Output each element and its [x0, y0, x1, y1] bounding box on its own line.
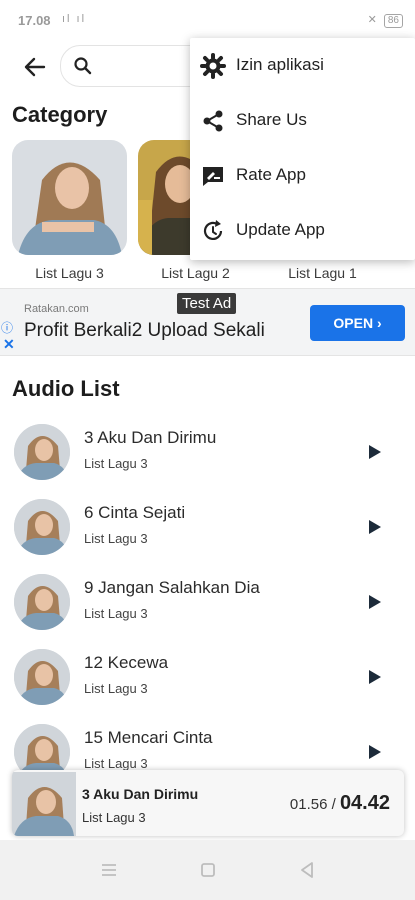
track-title: 15 Mencari Cinta [84, 728, 213, 747]
chevron-right-icon: › [376, 315, 382, 331]
track-avatar [14, 499, 70, 555]
track-row[interactable]: 3 Aku Dan Dirimu List Lagu 3 [0, 420, 415, 492]
status-right-icons: ✕ 86 [368, 13, 403, 28]
rate-icon [203, 167, 223, 186]
test-ad-badge: Test Ad [177, 293, 237, 314]
category-label: List Lagu 3 [35, 265, 104, 281]
track-title: 3 Aku Dan Dirimu [84, 428, 217, 447]
menu-item-label: Update App [236, 220, 325, 239]
ad-domain: Ratakan.com [24, 303, 89, 315]
system-nav-bar [0, 840, 415, 900]
menu-item-share-us[interactable]: Share Us [190, 93, 415, 148]
back-nav-icon[interactable] [293, 856, 321, 884]
menu-item-label: Izin aplikasi [236, 55, 324, 74]
ad-open-button[interactable]: OPEN › [310, 305, 405, 341]
mini-player[interactable]: 3 Aku Dan Dirimu List Lagu 3 01.56 / 04.… [12, 770, 404, 836]
track-subtitle: List Lagu 3 [84, 756, 148, 771]
back-arrow-icon [24, 57, 46, 77]
play-icon[interactable] [364, 742, 384, 762]
menu-item-izin-aplikasi[interactable]: Izin aplikasi [190, 38, 415, 93]
menu-item-update-app[interactable]: Update App [190, 203, 415, 258]
track-title: 6 Cinta Sejati [84, 503, 186, 522]
track-subtitle: List Lagu 3 [84, 456, 148, 471]
mute-icon: ✕ [367, 14, 377, 26]
track-row[interactable]: 9 Jangan Salahkan Dia List Lagu 3 [0, 570, 415, 642]
player-time: 01.56 / 04.42 [290, 792, 390, 815]
track-avatar [14, 424, 70, 480]
menu-item-rate-app[interactable]: Rate App [190, 148, 415, 203]
overflow-menu: Izin aplikasi Share Us Rate App Update A… [190, 38, 415, 260]
ad-close-icon[interactable]: ✕ [3, 336, 15, 353]
play-icon[interactable] [364, 592, 384, 612]
menu-nav-icon[interactable] [95, 856, 123, 884]
player-album-art [12, 772, 76, 836]
home-nav-icon[interactable] [194, 856, 222, 884]
player-subtitle: List Lagu 3 [82, 810, 146, 825]
ad-headline: Profit Berkali2 Upload Sekali [24, 320, 265, 341]
signal-icons: ıl ıl [62, 13, 87, 25]
gear-icon [200, 53, 226, 79]
status-time: 17.08 [18, 13, 51, 28]
category-title: Category [12, 102, 108, 127]
category-label: List Lagu 2 [161, 265, 230, 281]
category-card[interactable]: List Lagu 3 [12, 140, 127, 281]
track-avatar [14, 574, 70, 630]
audio-list-title: Audio List [12, 376, 120, 401]
update-icon [203, 220, 223, 240]
status-bar: 17.08 ıl ıl ✕ 86 [0, 0, 415, 40]
ad-banner[interactable]: Test Ad Ratakan.com Profit Berkali2 Uplo… [0, 288, 415, 356]
track-avatar [14, 649, 70, 705]
menu-item-label: Share Us [236, 110, 307, 129]
track-subtitle: List Lagu 3 [84, 681, 148, 696]
category-image [12, 140, 127, 255]
player-total-time: 04.42 [339, 792, 390, 814]
ad-open-label: OPEN [333, 315, 374, 331]
category-label: List Lagu 1 [288, 265, 357, 281]
track-subtitle: List Lagu 3 [84, 531, 148, 546]
player-title: 3 Aku Dan Dirimu [82, 786, 199, 802]
share-icon [203, 110, 223, 132]
battery-icon: 86 [383, 14, 403, 28]
track-title: 12 Kecewa [84, 653, 169, 672]
search-icon [74, 57, 92, 75]
play-icon[interactable] [364, 667, 384, 687]
player-current-time: 01.56 / [289, 796, 336, 813]
menu-item-label: Rate App [236, 165, 306, 184]
ad-info-icon[interactable]: ⓘ [1, 319, 13, 336]
back-button[interactable] [18, 50, 52, 84]
track-row[interactable]: 12 Kecewa List Lagu 3 [0, 645, 415, 717]
track-subtitle: List Lagu 3 [84, 606, 148, 621]
track-title: 9 Jangan Salahkan Dia [84, 578, 260, 597]
play-icon[interactable] [364, 517, 384, 537]
track-row[interactable]: 6 Cinta Sejati List Lagu 3 [0, 495, 415, 567]
play-icon[interactable] [364, 442, 384, 462]
